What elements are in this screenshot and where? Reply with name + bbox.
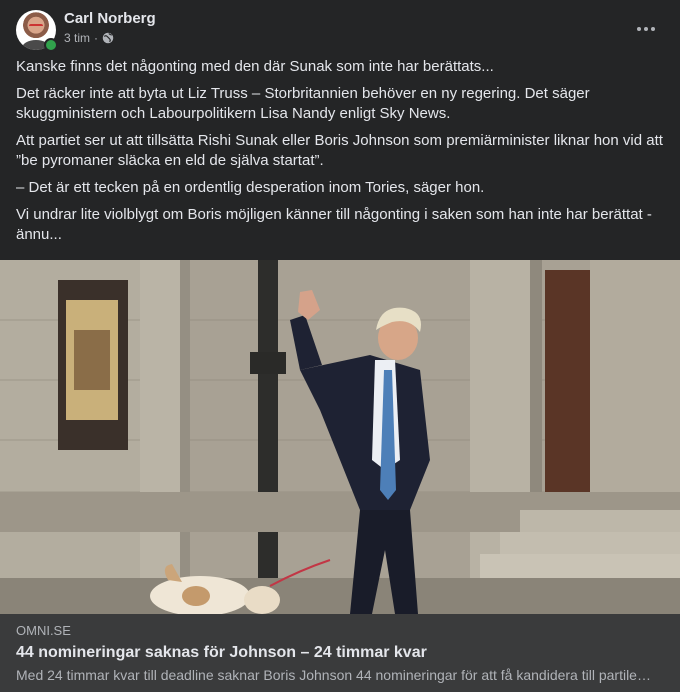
link-title[interactable]: 44 nomineringar saknas för Johnson – 24 … — [16, 644, 427, 662]
more-options-button[interactable] — [632, 14, 660, 42]
post-timestamp[interactable]: 3 tim — [64, 31, 90, 45]
link-preview-image[interactable] — [0, 260, 680, 614]
facebook-post: Carl Norberg 3 tim · Kanske finns det nå… — [0, 0, 680, 692]
link-preview-footer[interactable]: OMNI.SE 44 nomineringar saknas för Johns… — [0, 614, 680, 692]
post-meta: 3 tim · — [64, 31, 114, 45]
link-description: Med 24 timmar kvar till deadline saknar … — [16, 667, 656, 683]
globe-icon — [102, 32, 114, 44]
more-options-icon — [636, 19, 656, 37]
post-paragraph: Kanske finns det någonting med den där S… — [16, 58, 494, 75]
meta-separator: · — [94, 31, 99, 45]
online-status-dot — [44, 38, 58, 52]
post-paragraph: Det räcker inte att byta ut Liz Truss – … — [16, 85, 590, 122]
post-paragraph: Vi undrar lite violblygt om Boris möjlig… — [16, 206, 652, 243]
post-paragraph: Att partiet ser ut att tillsätta Rishi S… — [16, 132, 663, 169]
post-body: Kanske finns det någonting med den där S… — [0, 57, 680, 245]
link-domain: OMNI.SE — [16, 623, 71, 638]
author-name[interactable]: Carl Norberg — [64, 10, 156, 27]
post-paragraph: – Det är ett tecken på en ordentlig desp… — [16, 179, 485, 196]
post-header: Carl Norberg 3 tim · — [0, 0, 680, 56]
avatar-glasses — [29, 24, 43, 30]
